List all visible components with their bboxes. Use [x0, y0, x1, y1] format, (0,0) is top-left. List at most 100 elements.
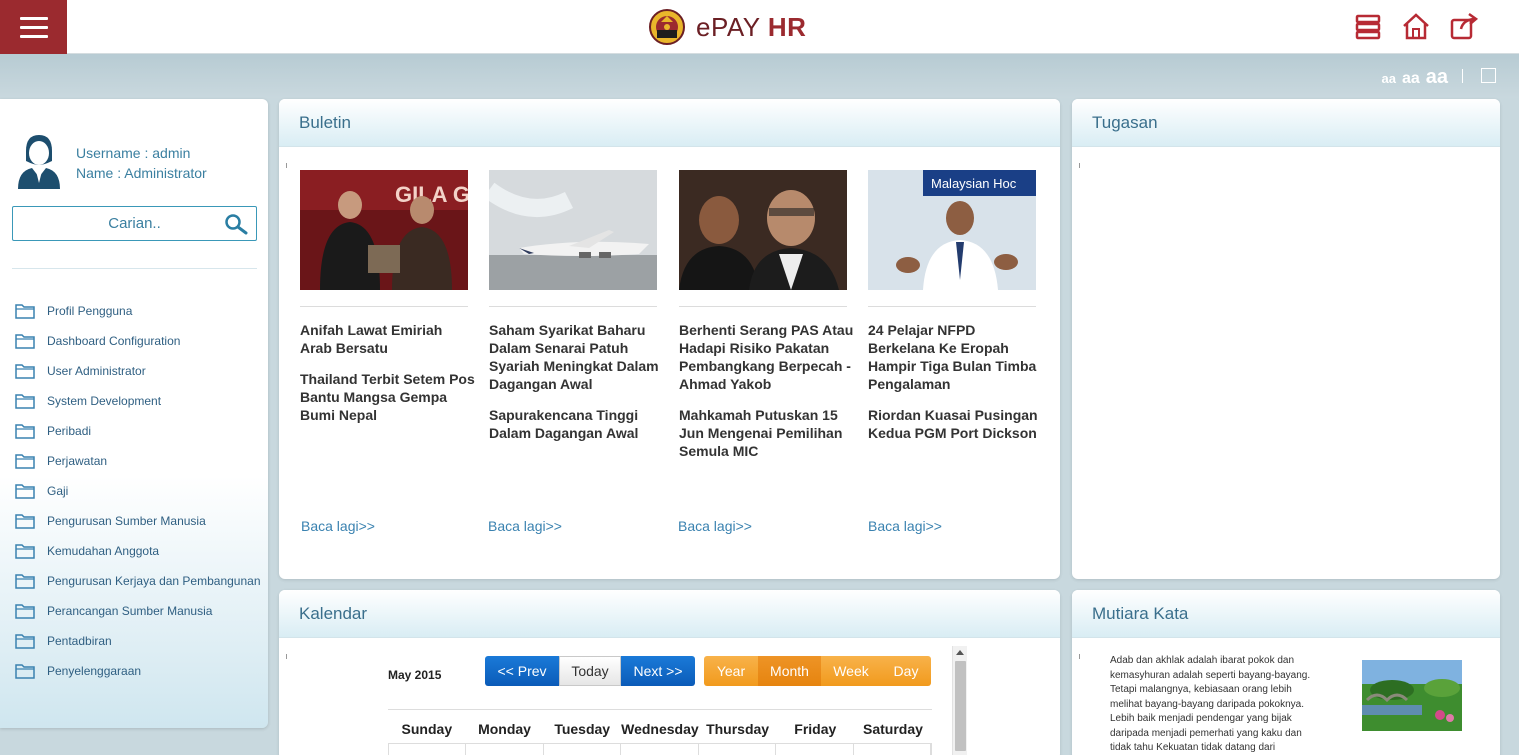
calendar-cell[interactable]	[621, 744, 699, 755]
news-column-2: Saham Syarikat Baharu Dalam Senarai Patu…	[489, 170, 664, 442]
sidebar-item[interactable]: User Administrator	[15, 356, 261, 386]
divider	[489, 306, 657, 307]
news-image-3[interactable]	[679, 170, 847, 290]
top-bar: ePAY HR	[0, 0, 1519, 54]
sidebar-item-label: Penyelenggaraan	[47, 664, 142, 678]
tick-mark	[286, 163, 287, 168]
sidebar-item-label: Peribadi	[47, 424, 92, 438]
tick-mark	[1079, 654, 1080, 659]
folder-icon	[15, 634, 35, 649]
sidebar-item-label: Gaji	[47, 484, 69, 498]
tick-mark	[1079, 163, 1080, 168]
news-column-4: Malaysian Hoc 24 Pelajar NFPD Berkelana …	[868, 170, 1043, 442]
news-image-2[interactable]	[489, 170, 657, 290]
read-more-link[interactable]: Baca lagi>>	[678, 518, 752, 534]
news-headline[interactable]: Berhenti Serang PAS Atau Hadapi Risiko P…	[679, 321, 854, 393]
calendar-month-label: May 2015	[388, 668, 442, 682]
news-headline[interactable]: Sapurakencana Tinggi Dalam Dagangan Awal	[489, 406, 664, 442]
sidebar-item[interactable]: Penyelenggaraan	[15, 656, 261, 686]
news-image-1[interactable]: GILA GIL	[300, 170, 468, 290]
quote-line: melihat bayang-bayang daripada pokoknya.	[1110, 698, 1305, 710]
calendar-cell[interactable]	[389, 744, 467, 755]
news-headline[interactable]: Mahkamah Putuskan 15 Jun Mengenai Pemili…	[679, 406, 854, 460]
search-input[interactable]	[44, 215, 225, 232]
calendar-month-button[interactable]: Month	[758, 656, 821, 686]
folder-icon	[15, 514, 35, 529]
crest-logo	[649, 9, 685, 45]
sidebar-item-label: System Development	[47, 394, 162, 408]
sidebar-item[interactable]: Profil Pengguna	[15, 296, 261, 326]
folder-icon	[15, 484, 35, 499]
home-icon[interactable]	[1401, 11, 1431, 41]
buletin-panel: Buletin GILA GIL Anifah Lawat Emiriah Ar…	[279, 99, 1060, 579]
calendar-today-button[interactable]: Today	[559, 656, 621, 686]
sidebar-item[interactable]: System Development	[15, 386, 261, 416]
sidebar-item[interactable]: Pengurusan Kerjaya dan Pembangunan	[15, 566, 261, 596]
sidebar-item[interactable]: Pengurusan Sumber Manusia	[15, 506, 261, 536]
sidebar-item-label: Dashboard Configuration	[47, 334, 181, 348]
menu-line	[19, 16, 48, 20]
calendar-weekday-header: Sunday Monday Tuesday Wednesday Thursday…	[388, 709, 932, 744]
quote-text: Adab dan akhlak adalah ibarat pokok dan …	[1110, 654, 1360, 755]
calendar-cell[interactable]	[466, 744, 544, 755]
sidebar-item[interactable]: Peribadi	[15, 416, 261, 446]
news-image-4[interactable]: Malaysian Hoc	[868, 170, 1036, 290]
calendar-next-button[interactable]: Next >>	[621, 656, 695, 686]
news-headline[interactable]: Thailand Terbit Setem Pos Bantu Mangsa G…	[300, 370, 475, 424]
scroll-thumb[interactable]	[954, 661, 966, 751]
sidebar-item-label: Pengurusan Kerjaya dan Pembangunan	[47, 574, 261, 588]
brand[interactable]: ePAY HR	[648, 7, 806, 47]
calendar-cell[interactable]	[776, 744, 854, 755]
sidebar-item[interactable]: Dashboard Configuration	[15, 326, 261, 356]
calendar-cell[interactable]	[854, 744, 931, 755]
search-icon[interactable]	[224, 213, 248, 235]
user-info: Username : admin Name : Administrator	[14, 131, 207, 191]
scroll-up-arrow-icon[interactable]	[956, 650, 964, 655]
calendar-day-button[interactable]: Day	[881, 656, 931, 686]
folder-icon	[15, 454, 35, 469]
logout-share-icon[interactable]	[1449, 11, 1479, 41]
folder-icon	[15, 574, 35, 589]
fullscreen-toggle-icon[interactable]	[1481, 68, 1496, 83]
divider	[868, 306, 1036, 307]
image-text: Malaysian Hoc	[931, 176, 1017, 191]
tugasan-panel: Tugasan	[1072, 99, 1500, 579]
read-more-link[interactable]: Baca lagi>>	[301, 518, 375, 534]
hamburger-menu-button[interactable]	[0, 0, 67, 54]
font-size-medium-button[interactable]: aa	[1402, 70, 1420, 88]
calendar-year-button[interactable]: Year	[704, 656, 758, 686]
read-more-link[interactable]: Baca lagi>>	[488, 518, 562, 534]
calendar-prev-button[interactable]: << Prev	[485, 656, 559, 686]
sidebar-item[interactable]: Kemudahan Anggota	[15, 536, 261, 566]
calendar-cell[interactable]	[544, 744, 622, 755]
folder-icon	[15, 424, 35, 439]
landscape-image	[1362, 660, 1462, 731]
calendar-cell[interactable]	[699, 744, 777, 755]
news-headline[interactable]: Anifah Lawat Emiriah Arab Bersatu	[300, 321, 475, 357]
quote-line: tidak tahu Kekuatan tidak datang dari	[1110, 742, 1276, 753]
news-headline[interactable]: Saham Syarikat Baharu Dalam Senarai Patu…	[489, 321, 664, 393]
font-size-large-button[interactable]: aa	[1426, 66, 1448, 89]
news-column-1: GILA GIL Anifah Lawat Emiriah Arab Bersa…	[300, 170, 475, 424]
sidebar-item-label: User Administrator	[47, 364, 146, 378]
quote-line: Tetapi malangnya, kebiasaan orang lebih	[1110, 684, 1292, 695]
news-headline[interactable]: 24 Pelajar NFPD Berkelana Ke Eropah Hamp…	[868, 321, 1043, 393]
quote-line: daripada menjadi pemerhati yang kaku dan	[1110, 727, 1302, 739]
server-icon[interactable]	[1353, 11, 1383, 41]
calendar-scrollbar[interactable]	[952, 646, 967, 755]
news-headline[interactable]: Riordan Kuasai Pusingan Kedua PGM Port D…	[868, 406, 1043, 442]
calendar-week-button[interactable]: Week	[821, 656, 881, 686]
sidebar-item[interactable]: Perancangan Sumber Manusia	[15, 596, 261, 626]
font-size-small-button[interactable]: aa	[1381, 71, 1395, 86]
search-box	[12, 206, 257, 241]
sidebar-item[interactable]: Perjawatan	[15, 446, 261, 476]
mutiara-title: Mutiara Kata	[1072, 590, 1500, 638]
sidebar-item[interactable]: Gaji	[15, 476, 261, 506]
read-more-link[interactable]: Baca lagi>>	[868, 518, 942, 534]
sidebar-item[interactable]: Pentadbiran	[15, 626, 261, 656]
menu-line	[19, 34, 48, 38]
folder-icon	[15, 664, 35, 679]
name-label: Name : Administrator	[76, 165, 207, 181]
kalendar-panel: Kalendar May 2015 << Prev Today Next >> …	[279, 590, 1060, 755]
weekday-label: Friday	[794, 721, 837, 737]
